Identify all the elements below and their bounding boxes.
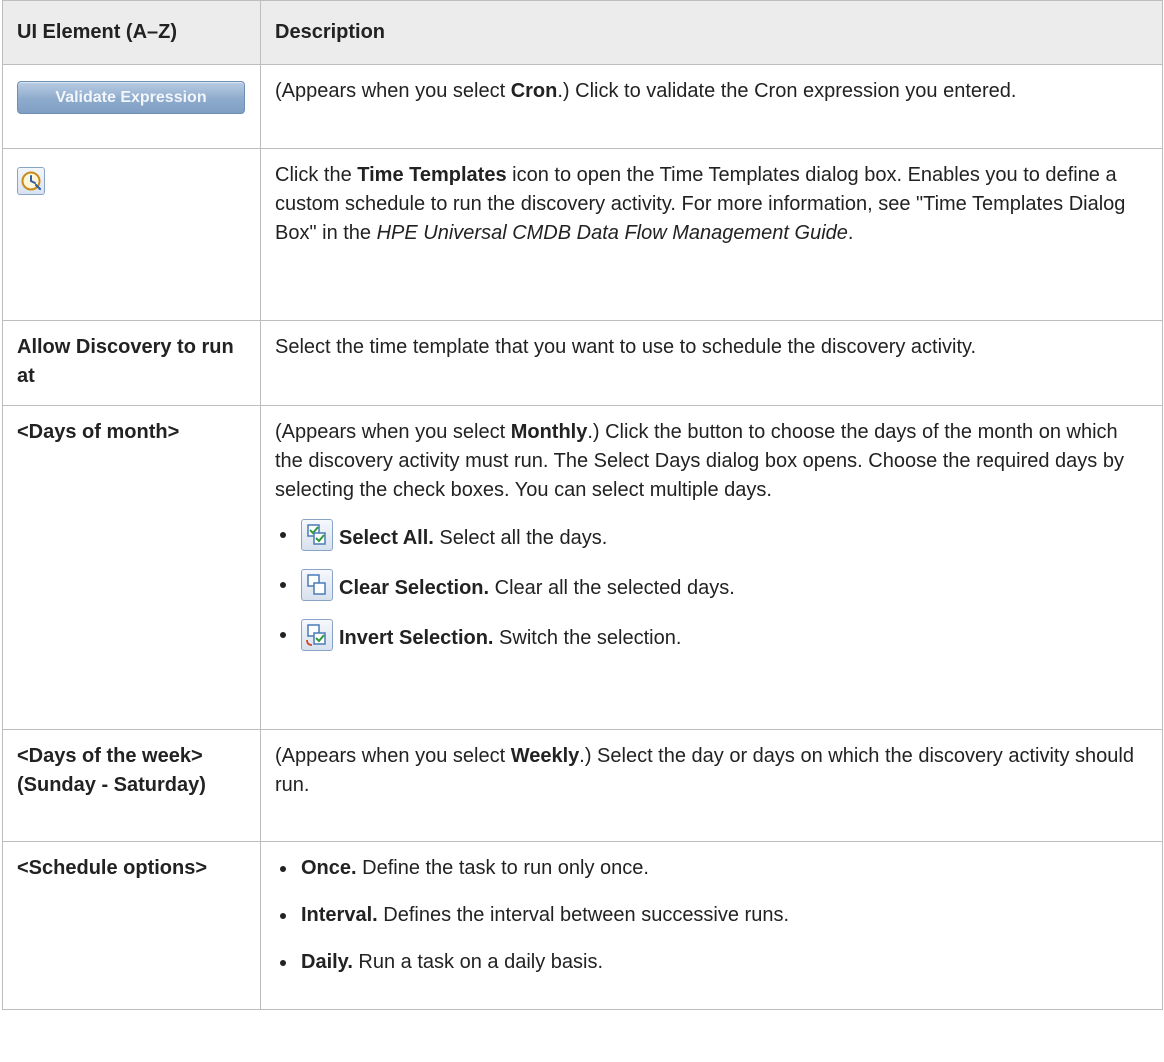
desc-text: (Appears when you select	[275, 80, 511, 102]
list-item: Interval. Defines the interval between s…	[275, 901, 1146, 930]
description-cell: (Appears when you select Weekly.) Select…	[260, 729, 1163, 842]
element-cell: Validate Expression	[2, 64, 261, 149]
table-row: <Days of month> (Appears when you select…	[2, 405, 1163, 730]
option-label: Interval.	[301, 904, 378, 926]
option-text: Run a task on a daily basis.	[352, 951, 604, 973]
desc-bold: Time Templates	[357, 164, 507, 186]
desc-text: (Appears when you select	[275, 745, 511, 767]
element-cell	[2, 148, 261, 321]
clock-icon[interactable]	[17, 167, 45, 195]
desc-bold: Cron	[510, 80, 558, 102]
schedule-options-list: Once. Define the task to run only once. …	[275, 854, 1146, 977]
desc-text: .) Click to validate the Cron expression…	[557, 80, 1017, 102]
ui-elements-table: UI Element (A–Z) Description Validate Ex…	[2, 0, 1163, 1010]
select-days-options: Select All. Select all the days. Clear S…	[275, 519, 1146, 653]
option-label: Clear Selection.	[339, 577, 490, 599]
table-row: <Days of the week> (Sunday - Saturday) (…	[2, 729, 1163, 842]
description-cell: Once. Define the task to run only once. …	[260, 841, 1163, 1010]
desc-bold: Monthly	[510, 421, 588, 443]
list-item: Once. Define the task to run only once.	[275, 854, 1146, 883]
desc-text: Click the	[275, 164, 358, 186]
option-text: Clear all the selected days.	[489, 577, 735, 599]
table-row: Validate Expression (Appears when you se…	[2, 64, 1163, 149]
option-text: Defines the interval between successive …	[377, 904, 790, 926]
validate-expression-button[interactable]: Validate Expression	[17, 81, 245, 114]
option-text: Select all the days.	[433, 527, 608, 549]
list-item: Invert Selection. Switch the selection.	[275, 619, 1146, 653]
description-cell: Click the Time Templates icon to open th…	[260, 148, 1163, 321]
element-name: <Days of the week> (Sunday - Saturday)	[2, 729, 261, 842]
select-all-icon[interactable]	[301, 519, 333, 551]
table-row: Click the Time Templates icon to open th…	[2, 148, 1163, 321]
invert-selection-icon[interactable]	[301, 619, 333, 651]
option-label: Invert Selection.	[339, 627, 494, 649]
list-item: Daily. Run a task on a daily basis.	[275, 948, 1146, 977]
table-row: <Schedule options> Once. Define the task…	[2, 841, 1163, 1010]
description-cell: (Appears when you select Monthly.) Click…	[260, 405, 1163, 730]
table-row: Allow Discovery to run at Select the tim…	[2, 320, 1163, 406]
description-cell: (Appears when you select Cron.) Click to…	[260, 64, 1163, 149]
element-name: <Schedule options>	[2, 841, 261, 1010]
list-item: Clear Selection. Clear all the selected …	[275, 569, 1146, 603]
option-text: Define the task to run only once.	[356, 857, 649, 879]
option-label: Select All.	[339, 527, 434, 549]
desc-text: (Appears when you select	[275, 421, 511, 443]
list-item: Select All. Select all the days.	[275, 519, 1146, 553]
clear-selection-icon[interactable]	[301, 569, 333, 601]
guide-title: HPE Universal CMDB Data Flow Management …	[376, 222, 848, 244]
desc-text: .	[847, 222, 854, 244]
desc-bold: Weekly	[510, 745, 580, 767]
table-header-row: UI Element (A–Z) Description	[2, 0, 1163, 65]
element-name: <Days of month>	[2, 405, 261, 730]
header-description: Description	[260, 0, 1163, 65]
element-name: Allow Discovery to run at	[2, 320, 261, 406]
description-cell: Select the time template that you want t…	[260, 320, 1163, 406]
header-ui-element: UI Element (A–Z)	[2, 0, 261, 65]
option-label: Daily.	[301, 951, 353, 973]
option-text: Switch the selection.	[493, 627, 682, 649]
option-label: Once.	[301, 857, 357, 879]
